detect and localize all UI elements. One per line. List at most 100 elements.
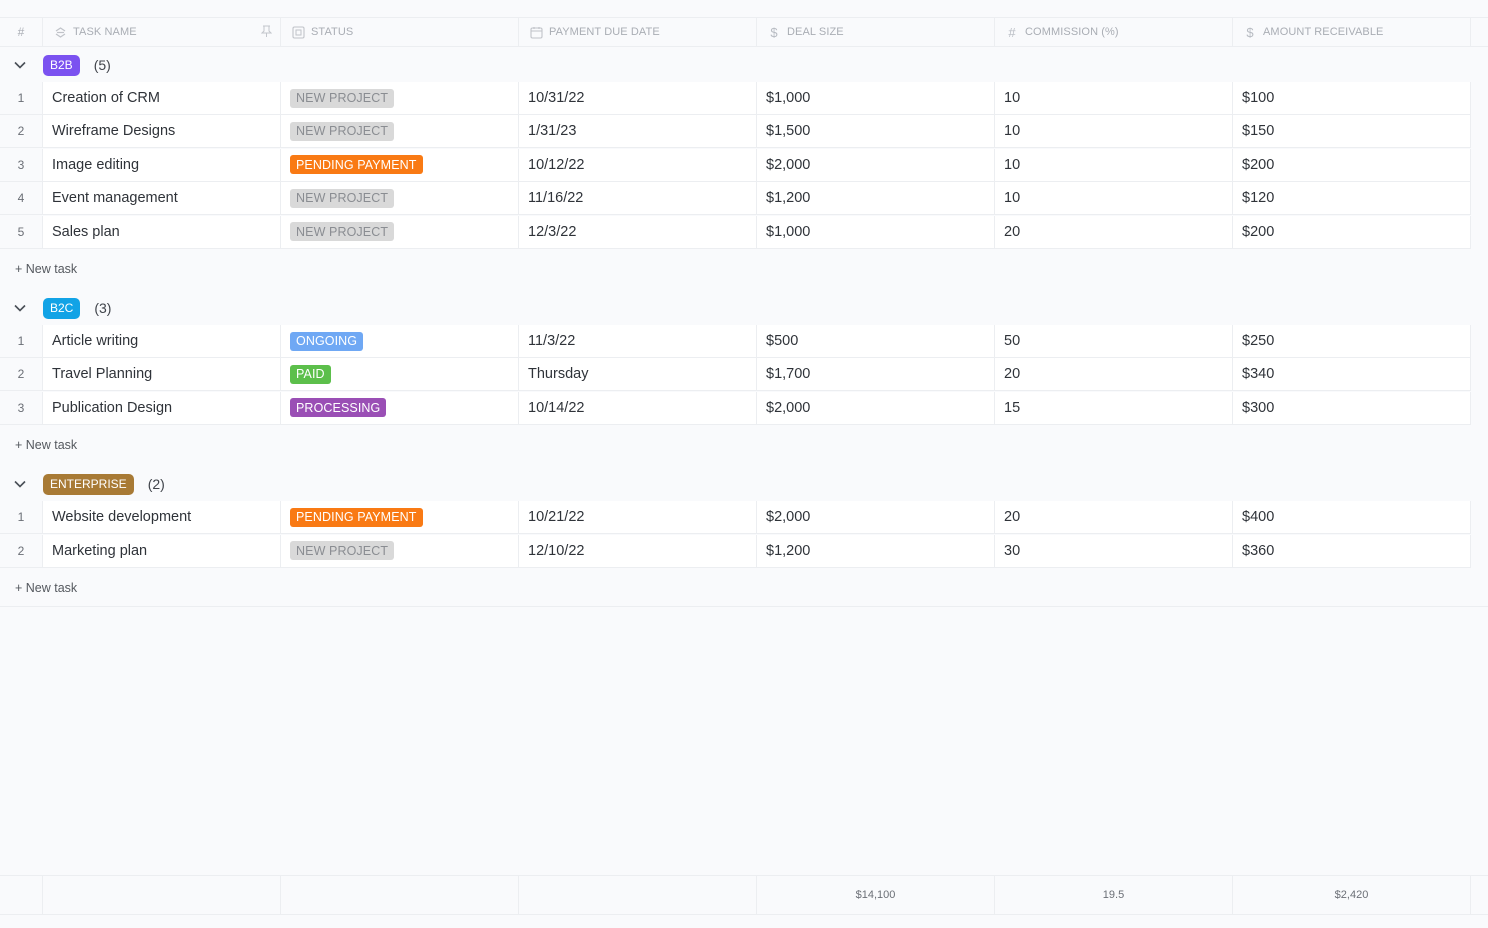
status-badge[interactable]: NEW PROJECT	[290, 541, 395, 561]
status-badge[interactable]: NEW PROJECT	[290, 222, 395, 242]
payment-due-date[interactable]: 12/3/22	[519, 215, 757, 248]
status-badge[interactable]: NEW PROJECT	[290, 88, 395, 108]
deal-size[interactable]: $1,500	[757, 115, 995, 148]
status-cell[interactable]: PROCESSING	[281, 391, 519, 424]
amount-receivable[interactable]: $200	[1233, 148, 1471, 181]
commission[interactable]: 20	[995, 215, 1233, 248]
commission[interactable]: 15	[995, 391, 1233, 424]
column-header-number[interactable]: #	[0, 18, 43, 46]
task-name[interactable]: Website development	[43, 501, 281, 534]
payment-due-date[interactable]: 11/3/22	[519, 325, 757, 357]
status-badge[interactable]: NEW PROJECT	[290, 188, 395, 208]
deal-size[interactable]: $2,000	[757, 501, 995, 534]
amount-receivable[interactable]: $250	[1233, 325, 1471, 357]
column-header-deal-size[interactable]: $ DEAL SIZE	[757, 18, 995, 46]
status-badge[interactable]: NEW PROJECT	[290, 121, 395, 141]
payment-due-date[interactable]: 1/31/23	[519, 115, 757, 148]
deal-size[interactable]: $500	[757, 325, 995, 357]
task-name[interactable]: Creation of CRM	[43, 82, 281, 114]
status-cell[interactable]: NEW PROJECT	[281, 115, 519, 148]
task-name[interactable]: Publication Design	[43, 391, 281, 424]
status-badge[interactable]: PENDING PAYMENT	[290, 155, 423, 175]
column-header-amount-receivable[interactable]: $ AMOUNT RECEIVABLE	[1233, 18, 1471, 46]
chevron-down-icon[interactable]	[0, 61, 40, 69]
commission[interactable]: 10	[995, 82, 1233, 114]
payment-due-date[interactable]: 12/10/22	[519, 534, 757, 567]
payment-due-date[interactable]: 10/31/22	[519, 82, 757, 114]
status-cell[interactable]: ONGOING	[281, 325, 519, 357]
commission[interactable]: 10	[995, 182, 1233, 215]
column-header-payment-due-date[interactable]: PAYMENT DUE DATE	[519, 18, 757, 46]
status-cell[interactable]: NEW PROJECT	[281, 182, 519, 215]
commission[interactable]: 20	[995, 501, 1233, 534]
new-task-button[interactable]: + New task	[15, 581, 77, 595]
status-badge[interactable]: ONGOING	[290, 331, 364, 351]
amount-receivable[interactable]: $100	[1233, 82, 1471, 114]
deal-size[interactable]: $1,700	[757, 358, 995, 391]
task-name[interactable]: Article writing	[43, 325, 281, 357]
payment-due-date[interactable]: 11/16/22	[519, 182, 757, 215]
status-cell[interactable]: PENDING PAYMENT	[281, 148, 519, 181]
table-row[interactable]: 1 Creation of CRM NEW PROJECT 10/31/22 $1,00…	[0, 82, 1471, 115]
amount-receivable[interactable]: $360	[1233, 534, 1471, 567]
chevron-down-icon[interactable]	[0, 304, 40, 312]
status-cell[interactable]: PAID	[281, 358, 519, 391]
commission[interactable]: 10	[995, 148, 1233, 181]
table-row[interactable]: 3 Publication Design PROCESSING 10/14/22 $2,…	[0, 391, 1471, 425]
task-name[interactable]: Event management	[43, 182, 281, 215]
table-row[interactable]: 1 Article writing ONGOING 11/3/22 $500 50 $250	[0, 325, 1471, 358]
status-cell[interactable]: PENDING PAYMENT	[281, 501, 519, 534]
status-badge[interactable]: PROCESSING	[290, 398, 387, 418]
task-name[interactable]: Marketing plan	[43, 534, 281, 567]
payment-due-date[interactable]: Thursday	[519, 358, 757, 391]
total-amount-receivable[interactable]: $2,420	[1233, 876, 1471, 914]
column-header-commission[interactable]: # COMMISSION (%)	[995, 18, 1233, 46]
commission[interactable]: 30	[995, 534, 1233, 567]
task-name[interactable]: Travel Planning	[43, 358, 281, 391]
commission[interactable]: 50	[995, 325, 1233, 357]
task-name[interactable]: Image editing	[43, 148, 281, 181]
amount-receivable[interactable]: $150	[1233, 115, 1471, 148]
table-row[interactable]: 2 Wireframe Designs NEW PROJECT 1/31/23 $1,5…	[0, 115, 1471, 149]
status-cell[interactable]: NEW PROJECT	[281, 82, 519, 114]
pin-icon[interactable]	[260, 25, 273, 41]
deal-size[interactable]: $1,000	[757, 215, 995, 248]
commission[interactable]: 10	[995, 115, 1233, 148]
table-row[interactable]: 2 Travel Planning PAID Thursday $1,700 20 $340	[0, 358, 1471, 392]
new-task-button[interactable]: + New task	[15, 438, 77, 452]
status-cell[interactable]: NEW PROJECT	[281, 215, 519, 248]
commission[interactable]: 20	[995, 358, 1233, 391]
status-badge[interactable]: PENDING PAYMENT	[290, 507, 423, 527]
column-header-task-name[interactable]: TASK NAME	[43, 18, 281, 46]
total-deal-size[interactable]: $14,100	[757, 876, 995, 914]
deal-size[interactable]: $2,000	[757, 148, 995, 181]
new-task-button[interactable]: + New task	[15, 262, 77, 276]
table-row[interactable]: 3 Image editing PENDING PAYMENT 10/12/22 $2,…	[0, 148, 1471, 182]
amount-receivable[interactable]: $120	[1233, 182, 1471, 215]
total-commission[interactable]: 19.5	[995, 876, 1233, 914]
task-name[interactable]: Sales plan	[43, 215, 281, 248]
amount-receivable[interactable]: $340	[1233, 358, 1471, 391]
deal-size[interactable]: $1,000	[757, 82, 995, 114]
deal-size[interactable]: $1,200	[757, 182, 995, 215]
task-name[interactable]: Wireframe Designs	[43, 115, 281, 148]
table-row[interactable]: 2 Marketing plan NEW PROJECT 12/10/22 $1,200…	[0, 534, 1471, 568]
amount-receivable[interactable]: $300	[1233, 391, 1471, 424]
payment-due-date[interactable]: 10/12/22	[519, 148, 757, 181]
column-header-status[interactable]: STATUS	[281, 18, 519, 46]
chevron-down-icon[interactable]	[0, 480, 40, 488]
status-badge[interactable]: PAID	[290, 364, 331, 384]
status-cell[interactable]: NEW PROJECT	[281, 534, 519, 567]
table-row[interactable]: 5 Sales plan NEW PROJECT 12/3/22 $1,000 20 $20…	[0, 215, 1471, 249]
deal-size[interactable]: $1,200	[757, 534, 995, 567]
group-badge[interactable]: B2C	[43, 297, 81, 319]
payment-due-date[interactable]: 10/21/22	[519, 501, 757, 534]
amount-receivable[interactable]: $400	[1233, 501, 1471, 534]
payment-due-date[interactable]: 10/14/22	[519, 391, 757, 424]
deal-size[interactable]: $2,000	[757, 391, 995, 424]
group-badge[interactable]: B2B	[43, 54, 80, 76]
group-badge[interactable]: ENTERPRISE	[43, 473, 134, 495]
table-row[interactable]: 4 Event management NEW PROJECT 11/16/22 $1,2…	[0, 182, 1471, 216]
amount-receivable[interactable]: $200	[1233, 215, 1471, 248]
table-row[interactable]: 1 Website development PENDING PAYMENT 10/21…	[0, 501, 1471, 535]
